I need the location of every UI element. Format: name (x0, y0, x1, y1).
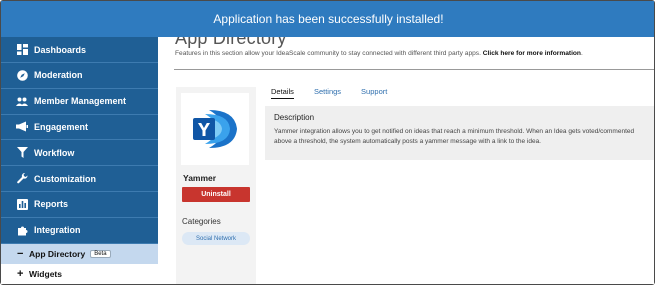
tab-support[interactable]: Support (361, 87, 387, 99)
sidebar-item-label: Dashboards (34, 44, 87, 55)
yammer-logo (181, 93, 249, 165)
sidebar-item-reports[interactable]: Reports (1, 191, 158, 218)
main-content: App Directory Features in this section a… (158, 28, 654, 284)
wrench-icon (16, 173, 28, 185)
app-card: Yammer Uninstall Categories Social Netwo… (176, 87, 256, 284)
description-body: Yammer integration allows you to get not… (274, 128, 635, 145)
sidebar-item-label: Customization (34, 173, 96, 184)
intro-text: Features in this section allow your Idea… (175, 50, 583, 57)
description-heading: Description (274, 113, 315, 122)
tab-settings[interactable]: Settings (314, 87, 341, 99)
intro-body: Features in this section allow your Idea… (175, 50, 481, 57)
sidebar: Dashboards Moderation Member Management … (1, 37, 158, 284)
sidebar-subitem-label: App Directory (29, 248, 86, 259)
detail-tabs: Details Settings Support (271, 87, 407, 99)
success-banner: Application has been successfully instal… (1, 1, 654, 37)
sidebar-subitem-app-directory[interactable]: − App Directory Beta (1, 243, 158, 264)
categories-label: Categories (182, 217, 221, 226)
megaphone-icon (16, 121, 28, 133)
sidebar-item-label: Member Management (34, 96, 127, 107)
sidebar-item-label: Integration (34, 225, 81, 236)
compass-icon (16, 69, 28, 81)
sidebar-item-member-management[interactable]: Member Management (1, 88, 158, 115)
uninstall-button[interactable]: Uninstall (182, 187, 250, 202)
sidebar-item-label: Workflow (34, 147, 75, 158)
sidebar-subitem-widgets[interactable]: + Widgets (1, 264, 158, 284)
chart-icon (16, 198, 28, 210)
app-window: Application has been successfully instal… (1, 1, 654, 284)
sidebar-item-label: Moderation (34, 70, 83, 81)
sidebar-item-dashboards[interactable]: Dashboards (1, 37, 158, 63)
sidebar-item-moderation[interactable]: Moderation (1, 63, 158, 89)
sidebar-subitem-label: Widgets (29, 268, 62, 279)
more-info-link[interactable]: Click here for more information (483, 50, 581, 57)
users-icon (16, 95, 28, 107)
category-tag[interactable]: Social Network (182, 232, 250, 245)
sidebar-item-workflow[interactable]: Workflow (1, 140, 158, 167)
expand-icon: + (17, 267, 24, 280)
banner-text: Application has been successfully instal… (213, 12, 444, 26)
yammer-logo-icon (193, 110, 237, 148)
sidebar-item-engagement[interactable]: Engagement (1, 114, 158, 141)
sidebar-item-label: Reports (34, 199, 69, 210)
dashboard-icon (16, 44, 28, 56)
intro-suffix: . (580, 50, 583, 57)
collapse-icon: − (17, 247, 24, 260)
filter-icon (16, 147, 28, 159)
puzzle-icon (16, 224, 28, 236)
sidebar-item-label: Engagement (34, 121, 89, 132)
divider (174, 69, 654, 70)
tab-details[interactable]: Details (271, 87, 294, 99)
sidebar-item-customization[interactable]: Customization (1, 166, 158, 192)
app-name: Yammer (183, 173, 217, 183)
description-panel: Description Yammer integration allows yo… (265, 106, 654, 160)
beta-badge: Beta (90, 249, 111, 258)
sidebar-item-integration[interactable]: Integration (1, 217, 158, 244)
